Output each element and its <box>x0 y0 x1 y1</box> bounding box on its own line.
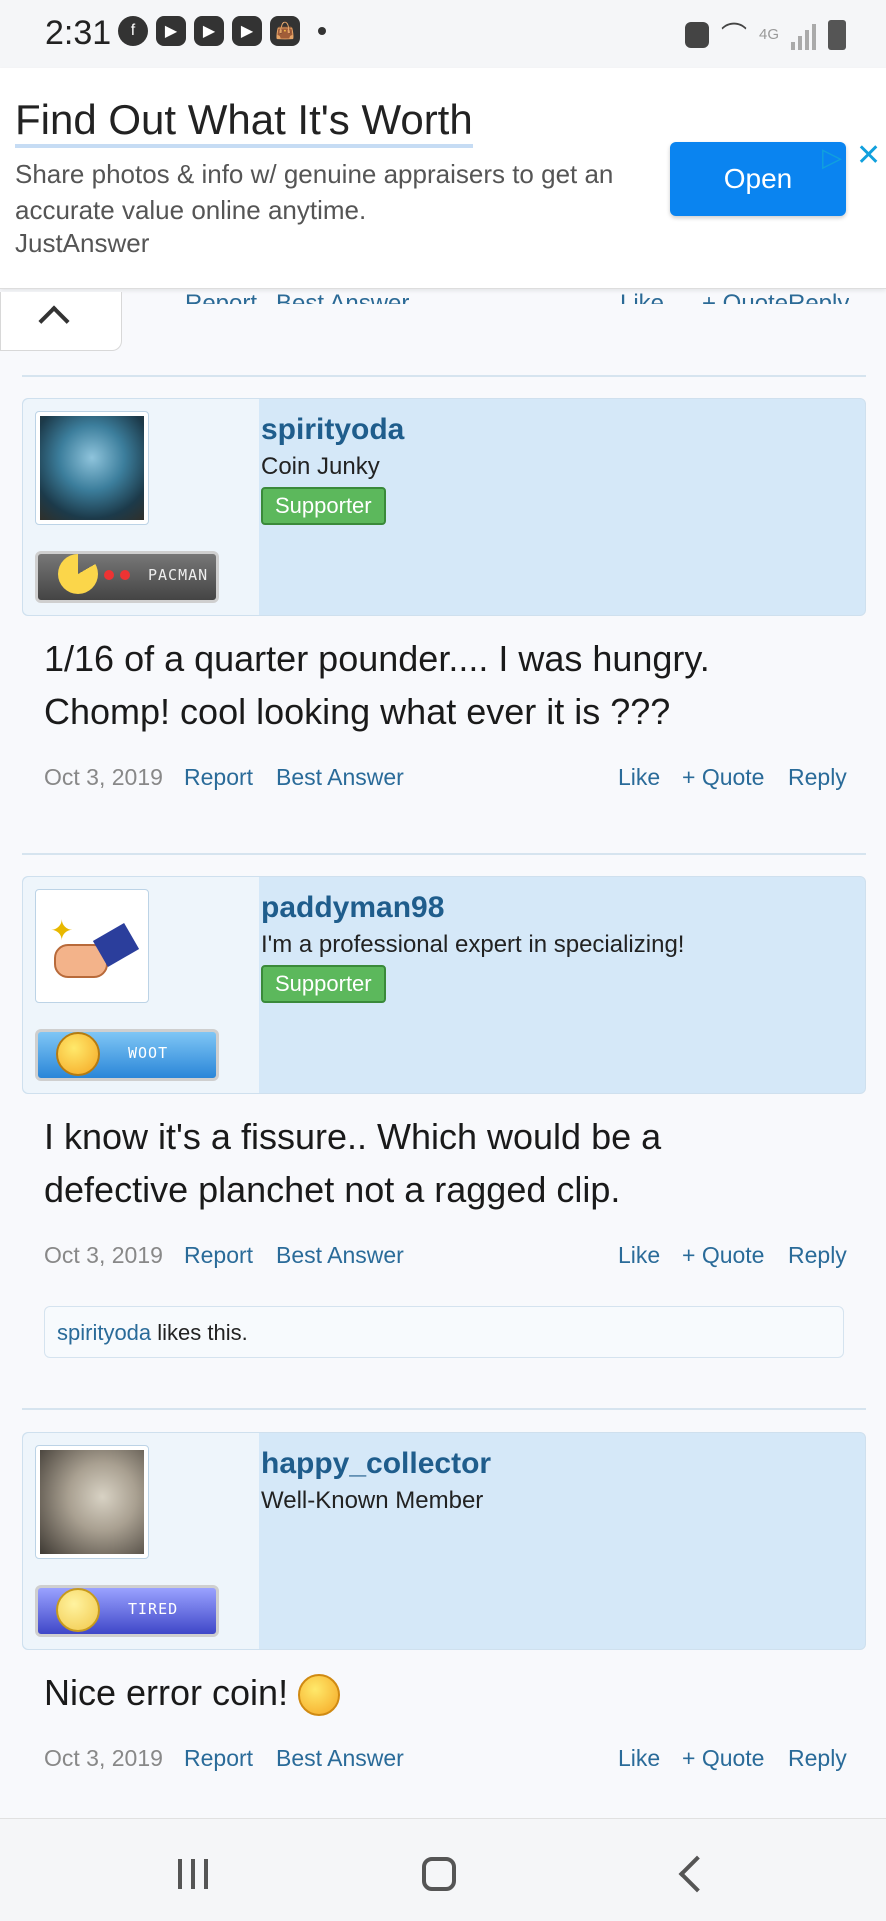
message-line: 1/16 of a quarter pounder.... I was hung… <box>44 638 710 679</box>
like-link[interactable]: Like <box>618 1745 660 1772</box>
home-icon[interactable] <box>422 1857 456 1891</box>
user-info: TIRED happy_collector Well-Known Member <box>22 1432 866 1650</box>
post-actions: Oct 3, 2019 Report Best Answer Like + Qu… <box>22 1745 866 1785</box>
post-message: Nice error coin! <box>44 1666 844 1719</box>
user-title: I'm a professional expert in specializin… <box>261 931 685 958</box>
sleepy-face-icon <box>56 1588 100 1632</box>
recent-apps-icon[interactable] <box>178 1859 208 1889</box>
adchoices-icon[interactable]: ▷ <box>822 142 842 173</box>
more-notifications-dot-icon <box>318 27 326 35</box>
star-icon: ✦ <box>50 915 74 946</box>
youtube-icon: ▶ <box>194 16 224 46</box>
post: ✦ WOOT paddyman98 I'm a professional exp… <box>22 876 866 1358</box>
reply-link[interactable]: Reply <box>788 1745 847 1772</box>
status-time: 2:31 <box>45 14 112 52</box>
user-info: PACMAN spirityoda Coin Junky Supporter <box>22 398 866 616</box>
post-message: I know it's a fissure.. Which would be a… <box>44 1110 844 1216</box>
divider <box>22 375 866 377</box>
message-line: Chomp! cool looking what ever it is ??? <box>44 691 671 732</box>
badge-label: PACMAN <box>148 566 209 584</box>
report-link[interactable]: Report <box>184 764 253 791</box>
message-line: I know it's a fissure.. Which would be a <box>44 1116 662 1157</box>
like-link[interactable]: Like <box>618 1242 660 1269</box>
avatar[interactable] <box>35 411 149 525</box>
prev-report-link[interactable]: Report <box>185 290 257 304</box>
ad-open-button[interactable]: Open <box>670 142 846 216</box>
prev-like-link[interactable]: Like <box>620 290 664 304</box>
ad-banner[interactable]: Find Out What It's Worth Share photos & … <box>0 68 886 289</box>
back-icon[interactable] <box>678 1855 716 1893</box>
wifi-icon: ⌒ <box>720 21 747 51</box>
prev-quote-link[interactable]: + Quote <box>702 290 788 304</box>
signal-icon <box>791 20 816 50</box>
smile-emoji-icon <box>298 1674 341 1717</box>
facebook-icon: f <box>118 16 148 46</box>
chevron-up-icon <box>38 305 70 337</box>
pacman-badge: PACMAN <box>35 551 219 603</box>
notification-icons: f ▶ ▶ ▶ 👜 <box>118 16 326 46</box>
avatar[interactable]: ✦ <box>35 889 149 1003</box>
username[interactable]: happy_collector <box>261 1447 491 1481</box>
close-icon[interactable]: ✕ <box>856 138 881 173</box>
supporter-badge: Supporter <box>261 965 386 1003</box>
reply-link[interactable]: Reply <box>788 1242 847 1269</box>
post-date[interactable]: Oct 3, 2019 <box>44 1242 163 1269</box>
collapse-ad-button[interactable] <box>0 292 122 351</box>
youtube-icon: ▶ <box>232 16 262 46</box>
likes-summary: spirityoda likes this. <box>44 1306 844 1358</box>
message-line: defective planchet not a ragged clip. <box>44 1169 621 1210</box>
post: PACMAN spirityoda Coin Junky Supporter 1… <box>22 398 866 804</box>
prev-reply-link[interactable]: Reply <box>788 290 849 304</box>
ad-sponsor: JustAnswer <box>15 228 150 258</box>
supporter-badge: Supporter <box>261 487 386 525</box>
like-link[interactable]: Like <box>618 764 660 791</box>
tired-badge: TIRED <box>35 1585 219 1637</box>
user-title: Coin Junky <box>261 453 380 480</box>
divider <box>22 853 866 855</box>
post: TIRED happy_collector Well-Known Member … <box>22 1432 866 1785</box>
post-date[interactable]: Oct 3, 2019 <box>44 764 163 791</box>
youtube-icon: ▶ <box>156 16 186 46</box>
badge-label: TIRED <box>128 1600 179 1618</box>
username[interactable]: paddyman98 <box>261 891 444 925</box>
report-link[interactable]: Report <box>184 1745 253 1772</box>
post-date[interactable]: Oct 3, 2019 <box>44 1745 163 1772</box>
divider <box>22 1408 866 1410</box>
post-actions: Oct 3, 2019 Report Best Answer Like + Qu… <box>22 764 866 804</box>
quote-link[interactable]: + Quote <box>682 1242 764 1269</box>
shopping-bag-icon: 👜 <box>270 16 300 46</box>
post-actions: Oct 3, 2019 Report Best Answer Like + Qu… <box>22 1242 866 1282</box>
quote-link[interactable]: + Quote <box>682 1745 764 1772</box>
best-answer-link[interactable]: Best Answer <box>276 764 404 791</box>
message-text: Nice error coin! <box>44 1672 299 1713</box>
ad-title[interactable]: Find Out What It's Worth <box>15 96 473 148</box>
best-answer-link[interactable]: Best Answer <box>276 1242 404 1269</box>
best-answer-link[interactable]: Best Answer <box>276 1745 404 1772</box>
prev-best-answer-link[interactable]: Best Answer <box>276 290 409 304</box>
ad-body: Share photos & info w/ genuine appraiser… <box>15 159 614 225</box>
username[interactable]: spirityoda <box>261 413 404 447</box>
alarm-icon <box>684 21 709 48</box>
pacman-icon <box>58 554 98 594</box>
battery-icon <box>828 19 846 50</box>
laughing-face-icon <box>56 1032 100 1076</box>
system-nav-bar <box>0 1818 886 1921</box>
status-bar: 2:31 f ▶ ▶ ▶ 👜 ⌒ 4G <box>0 0 886 68</box>
avatar[interactable] <box>35 1445 149 1559</box>
reply-link[interactable]: Reply <box>788 764 847 791</box>
quote-link[interactable]: + Quote <box>682 764 764 791</box>
liked-by-user[interactable]: spirityoda <box>57 1320 151 1345</box>
user-info: ✦ WOOT paddyman98 I'm a professional exp… <box>22 876 866 1094</box>
post-message: 1/16 of a quarter pounder.... I was hung… <box>44 632 844 738</box>
badge-label: WOOT <box>128 1044 169 1062</box>
likes-text: likes this. <box>151 1320 248 1345</box>
user-title: Well-Known Member <box>261 1487 484 1514</box>
network-type: 4G <box>758 26 779 43</box>
report-link[interactable]: Report <box>184 1242 253 1269</box>
woot-badge: WOOT <box>35 1029 219 1081</box>
